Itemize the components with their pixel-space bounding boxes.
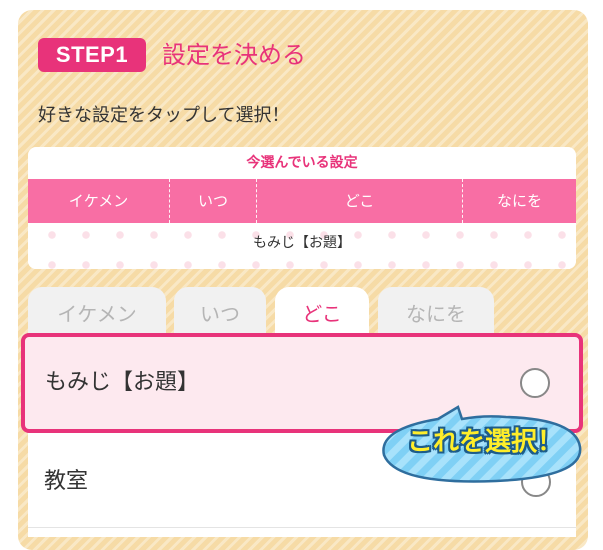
current-settings-title: 今選んでいる設定 (246, 155, 358, 171)
current-setting-value: もみじ【お題】 (28, 223, 576, 269)
step-title: 設定を決める (162, 41, 306, 69)
radio-button[interactable] (520, 368, 550, 398)
summary-col-ikemen: イケメン (28, 179, 170, 223)
instruction-text: 好きな設定をタップして選択！ (38, 105, 290, 126)
callout-text: これを選択！ (406, 426, 563, 456)
summary-col-doko: どこ (257, 179, 463, 223)
summary-col-itsu: いつ (170, 179, 257, 223)
current-settings-box: 今選んでいる設定 イケメン いつ どこ なにを もみじ【お題】 (28, 147, 576, 269)
category-tabs: イケメン いつ どこ なにを (28, 287, 576, 341)
option-label: 教室 (44, 469, 89, 494)
summary-col-nanio: なにを (496, 192, 542, 210)
current-settings-header: イケメン いつ どこ なにを (28, 179, 576, 223)
select-this-callout: これを選択！ (376, 405, 588, 487)
option-label: もみじ【お題】 (45, 370, 200, 395)
step-badge: STEP1 (38, 38, 146, 72)
